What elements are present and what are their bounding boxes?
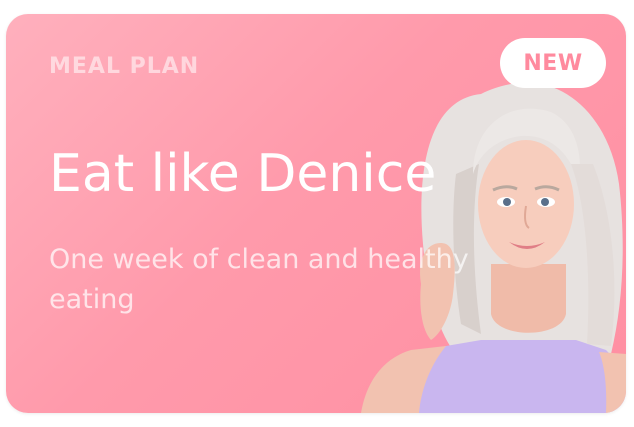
category-label: MEAL PLAN [49, 54, 200, 79]
new-badge: NEW [500, 38, 606, 88]
meal-plan-card[interactable]: MEAL PLAN Eat like Denice One week of cl… [6, 14, 626, 413]
person-photo [361, 82, 626, 413]
card-title: Eat like Denice [49, 144, 437, 204]
card-subtitle: One week of clean and healthy eating [49, 244, 469, 315]
